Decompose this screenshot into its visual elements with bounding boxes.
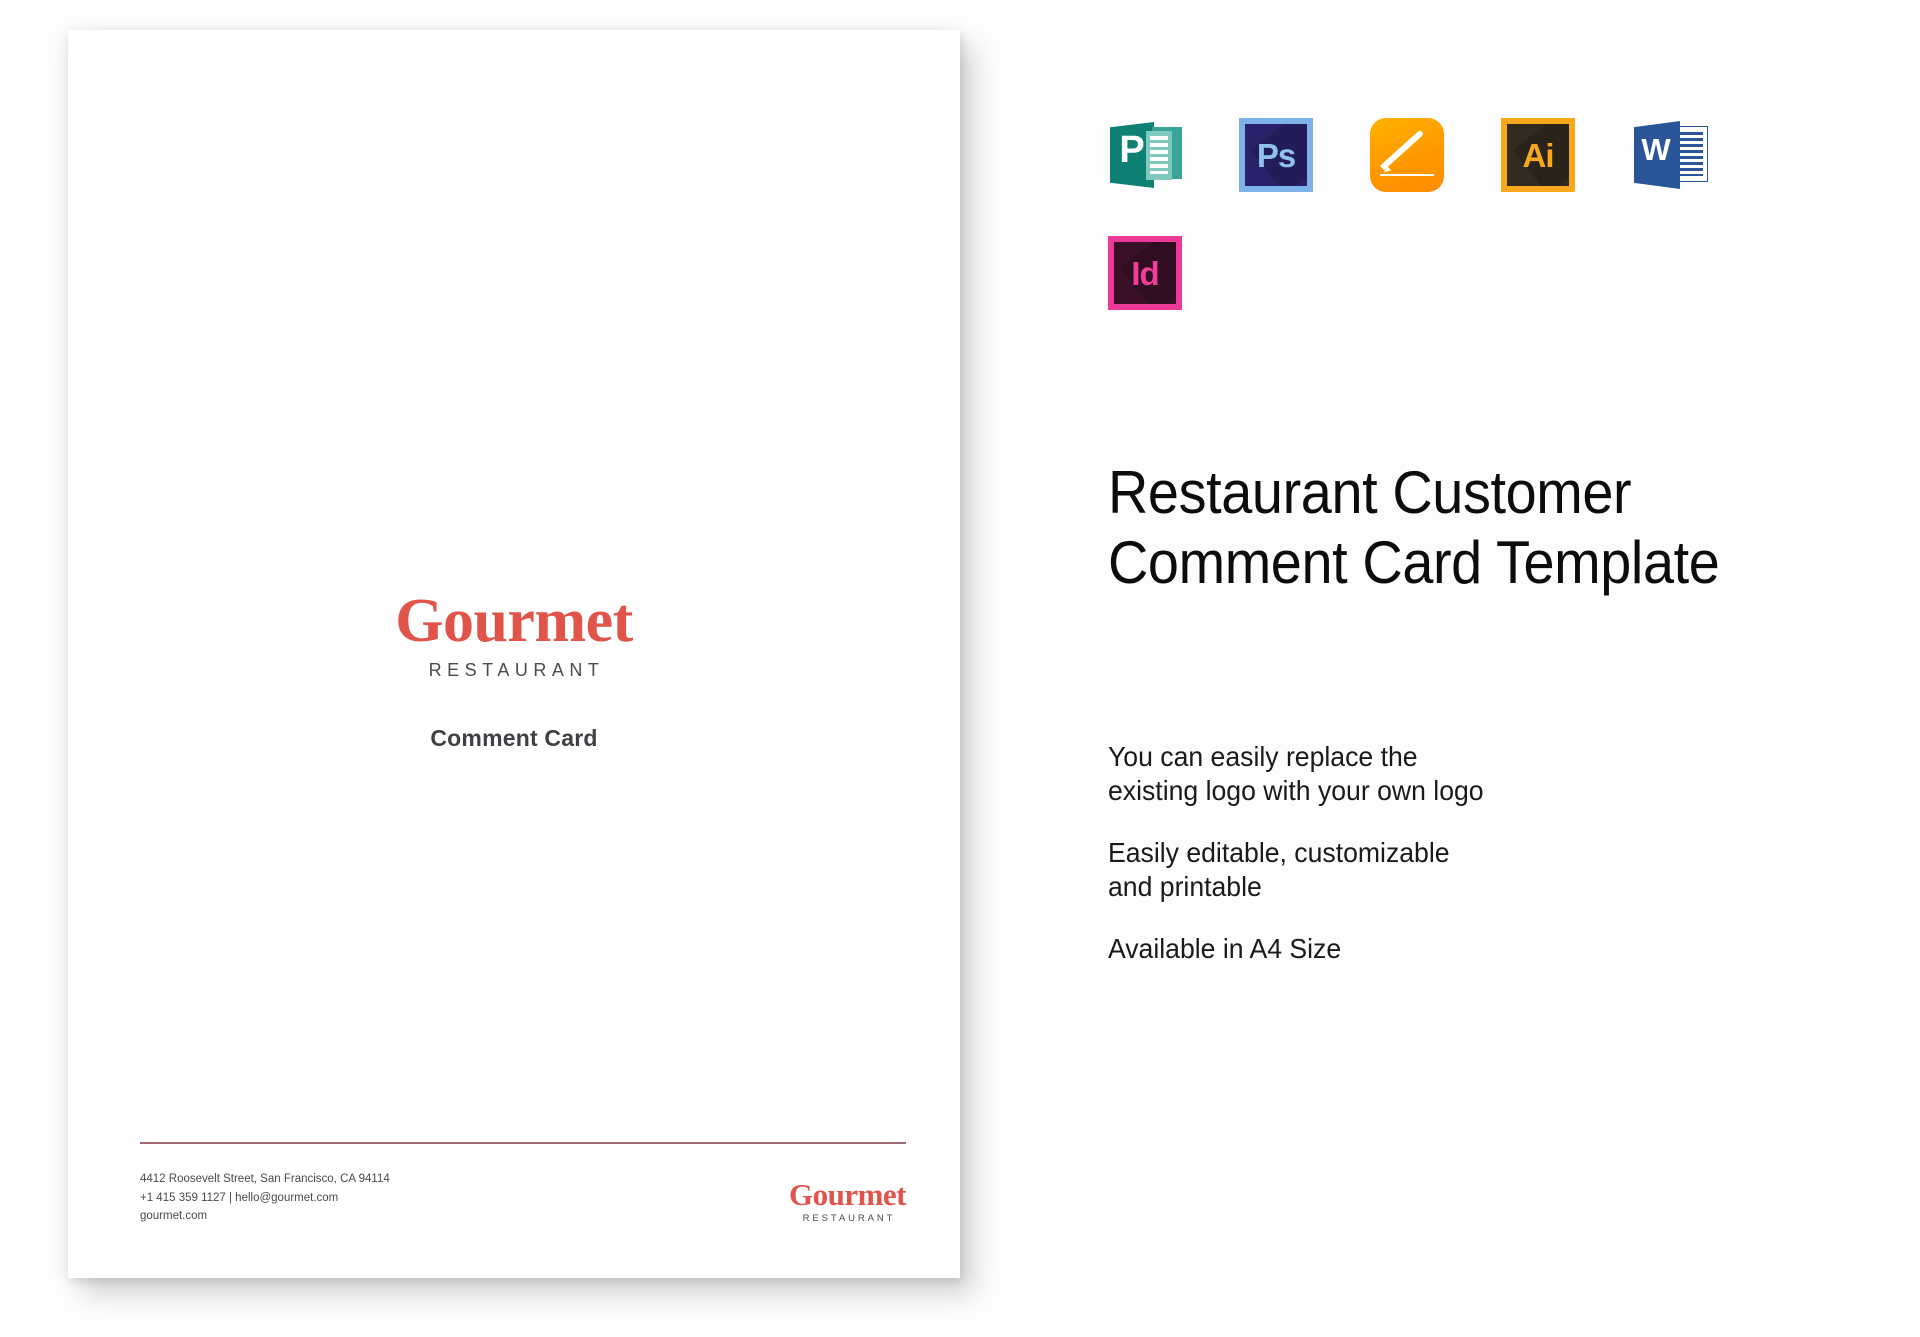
card-website-line: gourmet.com: [140, 1210, 208, 1223]
card-footer-logo-wordmark: Gourmet: [788, 1177, 907, 1213]
adobe-photoshop-icon[interactable]: Ps: [1239, 118, 1319, 192]
card-center-block: Gourmet RESTAURANT Comment Card: [68, 590, 960, 752]
card-logo-subtitle: RESTAURANT: [428, 660, 605, 680]
card-contact-line: +1 415 359 1127 | hello@gourmet.com: [140, 1191, 339, 1204]
pages-rounded-square-shape: [1370, 118, 1444, 192]
indesign-letter-glyph: Id: [1131, 254, 1159, 292]
apple-pages-icon[interactable]: [1370, 118, 1450, 192]
product-info-panel: P Ps Ai W Id Restaurant Customer Comment…: [1108, 0, 1920, 1337]
feature-item: Available in A4 Size: [1108, 932, 1342, 964]
page-title: Restaurant Customer Comment Card Templat…: [1108, 459, 1720, 597]
feature-list: You can easily replace the existing logo…: [1108, 740, 1748, 965]
card-footer: 4412 Roosevelt Street, San Francisco, CA…: [140, 1170, 907, 1226]
publisher-letter-glyph: P: [1119, 129, 1145, 171]
photoshop-letter-glyph: Ps: [1256, 136, 1296, 174]
card-address-line: 4412 Roosevelt Street, San Francisco, CA…: [140, 1173, 390, 1185]
pages-baseline-shape: [1380, 173, 1434, 176]
feature-item: Easily editable, customizable and printa…: [1108, 836, 1450, 902]
card-contact-details: 4412 Roosevelt Street, San Francisco, CA…: [140, 1170, 390, 1226]
feature-item: You can easily replace the existing logo…: [1108, 741, 1484, 806]
card-logo-wordmark: Gourmet: [395, 587, 633, 655]
supported-formats-row: P Ps Ai W Id: [1108, 118, 1808, 310]
publisher-page-lines-shape: [1150, 136, 1168, 174]
microsoft-word-icon[interactable]: W: [1632, 118, 1712, 192]
adobe-indesign-icon[interactable]: Id: [1108, 236, 1188, 310]
pages-pen-shape: [1379, 129, 1425, 171]
microsoft-publisher-icon[interactable]: P: [1108, 118, 1188, 192]
card-footer-divider: [140, 1142, 906, 1144]
illustrator-letter-glyph: Ai: [1522, 136, 1555, 174]
template-preview-stage: Gourmet RESTAURANT Comment Card 4412 Roo…: [0, 0, 1080, 1337]
card-title: Comment Card: [430, 725, 598, 751]
card-footer-logo: Gourmet RESTAURANT: [788, 1177, 907, 1226]
word-letter-glyph: W: [1641, 132, 1671, 167]
comment-card-preview[interactable]: Gourmet RESTAURANT Comment Card 4412 Roo…: [68, 30, 960, 1278]
word-sheet-lines-shape: [1677, 132, 1703, 176]
card-footer-logo-subtitle: RESTAURANT: [802, 1213, 896, 1225]
adobe-illustrator-icon[interactable]: Ai: [1501, 118, 1581, 192]
